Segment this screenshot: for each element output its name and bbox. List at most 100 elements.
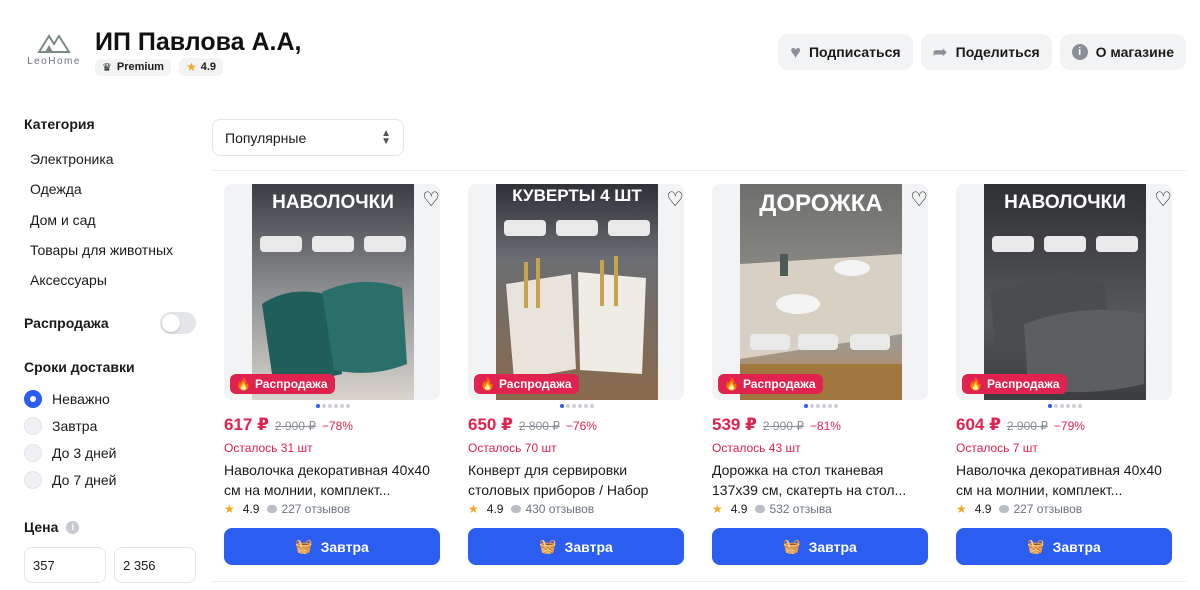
price: 650 ₽ [468, 415, 513, 434]
premium-label: Premium [116, 61, 164, 73]
product-card[interactable]: НАВОЛОЧКИ 🔥 Распродажа ♡ 617 ₽ 2 900 ₽ −… [224, 184, 440, 565]
add-to-cart-button[interactable]: 🧺 Завтра [468, 528, 684, 565]
product-rating-row: ★ 4.9 227 отзывов [956, 502, 1172, 516]
delivery-option-label: До 7 дней [52, 471, 117, 488]
old-price: 2 800 ₽ [518, 419, 560, 433]
price-title-label: Цена [24, 519, 59, 536]
sale-toggle[interactable] [160, 312, 196, 335]
discount: −76% [565, 419, 597, 433]
add-to-cart-button[interactable]: 🧺 Завтра [224, 528, 440, 565]
delivery-option[interactable]: До 7 дней [24, 466, 196, 493]
product-image-area[interactable]: КУВЕРТЫ 4 ШТ 🔥 Распродажа [468, 184, 684, 400]
price-min-input[interactable] [24, 547, 106, 584]
star-icon: ★ [956, 502, 967, 516]
pagination-dot [572, 404, 576, 408]
comment-icon [755, 505, 766, 513]
pagination-dot [1048, 404, 1052, 408]
sale-badge: 🔥 Распродажа [230, 374, 335, 394]
price: 539 ₽ [712, 415, 757, 434]
discount: −79% [1053, 419, 1085, 433]
share-button[interactable]: ➦ Поделиться [920, 34, 1052, 70]
divider [212, 581, 1186, 582]
crown-icon: ♛ [102, 61, 112, 74]
product-image-area[interactable]: НАВОЛОЧКИ 🔥 Распродажа [956, 184, 1172, 400]
image-pagination [560, 404, 594, 408]
product-rating-row: ★ 4.9 532 отзыва [712, 502, 928, 516]
delivery-option[interactable]: До 3 дней [24, 439, 196, 466]
product-rating-row: ★ 4.9 227 отзывов [224, 502, 440, 516]
product-title[interactable]: Конверт для сервировки столовых приборов… [468, 460, 684, 500]
pagination-dot [810, 404, 814, 408]
category-item[interactable]: Дом и сад [24, 205, 196, 235]
delivery-option-label: До 3 дней [52, 444, 117, 461]
image-pagination [804, 404, 838, 408]
reviews[interactable]: 430 отзывов [511, 502, 594, 516]
product-card[interactable]: ДОРОЖКА 🔥 Распродажа ♡ 539 ₽ 2 900 ₽ −81… [712, 184, 928, 565]
pagination-dot [834, 404, 838, 408]
favorite-heart-icon[interactable]: ♡ [910, 190, 928, 210]
price-row: 617 ₽ 2 900 ₽ −78% [224, 415, 440, 435]
info-icon: i [1071, 44, 1088, 60]
share-label: Поделиться [955, 44, 1040, 60]
filters-sidebar: Категория Электроника Одежда Дом и сад Т… [24, 116, 196, 584]
price: 604 ₽ [956, 415, 1001, 434]
favorite-heart-icon[interactable]: ♡ [666, 190, 684, 210]
delivery-label: Завтра [564, 538, 613, 555]
reviews[interactable]: 532 отзыва [755, 502, 832, 516]
sale-badge-label: Распродажа [986, 377, 1060, 391]
reviews[interactable]: 227 отзывов [999, 502, 1082, 516]
about-shop-label: О магазине [1095, 44, 1174, 60]
product-title[interactable]: Наволочка декоративная 40x40 см на молни… [224, 460, 440, 500]
shop-name: ИП Павлова А.А, [95, 28, 302, 56]
fire-icon: 🔥 [480, 377, 495, 391]
category-item[interactable]: Электроника [24, 144, 196, 174]
pagination-dot [566, 404, 570, 408]
add-to-cart-button[interactable]: 🧺 Завтра [956, 528, 1172, 565]
product-card[interactable]: КУВЕРТЫ 4 ШТ 🔥 Распродажа ♡ 650 ₽ 2 800 … [468, 184, 684, 565]
subscribe-button[interactable]: ♥ Подписаться [778, 34, 913, 70]
basket-icon: 🧺 [539, 538, 557, 554]
category-item[interactable]: Аксессуары [24, 265, 196, 295]
add-to-cart-button[interactable]: 🧺 Завтра [712, 528, 928, 565]
product-image-area[interactable]: НАВОЛОЧКИ 🔥 Распродажа [224, 184, 440, 400]
pagination-dot [804, 404, 808, 408]
image-heading: НАВОЛОЧКИ [1004, 192, 1126, 213]
delivery-option[interactable]: Завтра [24, 412, 196, 439]
favorite-heart-icon[interactable]: ♡ [1154, 190, 1172, 210]
image-pagination [316, 404, 350, 408]
delivery-label: Завтра [808, 538, 857, 555]
reviews[interactable]: 227 отзывов [267, 502, 350, 516]
reviews-count: 227 отзывов [1013, 502, 1083, 516]
product-title[interactable]: Дорожка на стол тканевая 137x39 см, скат… [712, 460, 928, 500]
product-image: КУВЕРТЫ 4 ШТ [496, 184, 658, 400]
shop-rating: 4.9 [200, 61, 217, 73]
product-rating: 4.9 [242, 502, 260, 516]
sort-select[interactable]: Популярные ▲ ▼ [212, 119, 404, 156]
header-actions: ♥ Подписаться ➦ Поделиться i О магазине [778, 34, 1186, 70]
favorite-heart-icon[interactable]: ♡ [422, 190, 440, 210]
delivery-options: Неважно Завтра До 3 дней До 7 дней [24, 385, 196, 493]
product-title[interactable]: Наволочка декоративная 40x40 см на молни… [956, 460, 1172, 500]
product-card[interactable]: НАВОЛОЧКИ 🔥 Распродажа ♡ 604 ₽ 2 900 ₽ −… [956, 184, 1172, 565]
price-row: 539 ₽ 2 900 ₽ −81% [712, 415, 928, 435]
basket-icon: 🧺 [783, 538, 801, 554]
star-icon: ★ [468, 502, 479, 516]
comment-icon [267, 505, 278, 513]
category-title: Категория [24, 116, 95, 132]
product-image-area[interactable]: ДОРОЖКА 🔥 Распродажа [712, 184, 928, 400]
category-item[interactable]: Товары для животных [24, 235, 196, 265]
pagination-dot [1060, 404, 1064, 408]
category-item[interactable]: Одежда [24, 174, 196, 204]
sort-selected-label: Популярные [225, 129, 307, 146]
price-max-input[interactable] [114, 547, 196, 584]
pillow-photo-icon [252, 184, 414, 400]
delivery-title: Сроки доставки [24, 359, 135, 376]
category-list: Электроника Одежда Дом и сад Товары для … [24, 144, 196, 295]
sale-filter-row: Распродажа [24, 309, 196, 337]
pagination-dot [828, 404, 832, 408]
about-shop-button[interactable]: i О магазине [1059, 34, 1186, 70]
delivery-option[interactable]: Неважно [24, 385, 196, 412]
help-icon[interactable]: i [66, 520, 80, 534]
pagination-dot [346, 404, 350, 408]
old-price: 2 900 ₽ [762, 419, 804, 433]
